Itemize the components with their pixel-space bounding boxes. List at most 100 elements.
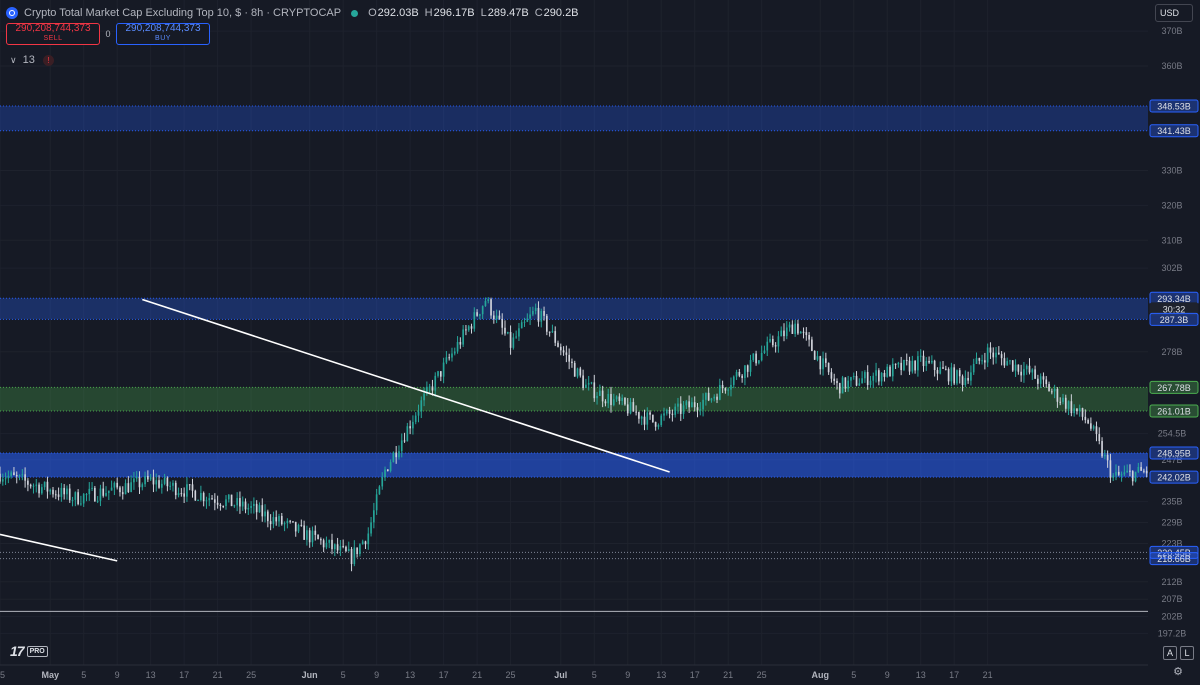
- candle: [972, 363, 975, 373]
- symbol-title[interactable]: Crypto Total Market Cap Excluding Top 10…: [24, 7, 341, 19]
- candle: [1120, 474, 1123, 476]
- candle: [52, 489, 54, 495]
- candle: [808, 335, 810, 340]
- candle: [384, 469, 386, 478]
- sell-button[interactable]: 290,208,744,373 SELL: [6, 23, 100, 45]
- candle: [27, 480, 29, 485]
- candle: [80, 503, 82, 505]
- candle: [981, 360, 983, 362]
- candle: [7, 475, 10, 479]
- candle: [953, 367, 956, 384]
- buy-button[interactable]: 290,208,744,373 BUY: [116, 23, 210, 45]
- time-tick-label: 17: [690, 670, 700, 680]
- candle: [423, 393, 425, 401]
- candle: [57, 494, 60, 497]
- candle: [1101, 441, 1103, 457]
- trendline[interactable]: [142, 298, 670, 473]
- price-chart[interactable]: 370B360B330B320B310B302B278B254.5B247B23…: [0, 0, 1200, 685]
- candle: [668, 409, 671, 414]
- candle: [445, 357, 448, 363]
- candle: [4, 478, 7, 480]
- candle: [227, 494, 230, 500]
- candle: [484, 301, 487, 307]
- price-zone[interactable]: [0, 387, 1148, 411]
- candle: [509, 332, 512, 348]
- candle: [573, 362, 576, 377]
- chevron-down-icon[interactable]: ∨: [10, 55, 17, 66]
- candle: [752, 353, 755, 361]
- candle: [685, 401, 688, 406]
- candle: [317, 534, 319, 540]
- candle: [532, 311, 534, 315]
- candle: [420, 400, 423, 412]
- candle: [241, 501, 244, 507]
- candle: [160, 483, 163, 488]
- candle: [746, 365, 749, 372]
- candle: [900, 362, 903, 371]
- candle: [32, 485, 35, 487]
- candle: [261, 505, 264, 517]
- candle: [646, 412, 649, 425]
- candle: [294, 521, 297, 532]
- time-tick-label: 21: [983, 670, 993, 680]
- candle: [370, 522, 372, 534]
- price-zone[interactable]: [0, 105, 1148, 131]
- candle: [604, 401, 607, 404]
- candle: [554, 331, 557, 343]
- candle: [409, 426, 411, 429]
- candle: [721, 385, 724, 389]
- price-tick-label: 302B: [1161, 263, 1182, 273]
- candle: [718, 385, 721, 400]
- candle: [710, 398, 713, 401]
- candle: [347, 548, 350, 552]
- candle: [306, 530, 308, 540]
- gear-icon[interactable]: ⚙: [1172, 666, 1184, 678]
- tradingview-logo[interactable]: 17 PRO: [10, 643, 48, 659]
- indicators-toggle[interactable]: ∨ 13 !: [10, 54, 54, 66]
- alert-icon[interactable]: !: [42, 54, 54, 66]
- candle: [102, 488, 105, 496]
- candle: [1009, 360, 1011, 362]
- candle: [716, 396, 718, 400]
- trendline-layer[interactable]: [0, 298, 670, 562]
- candle: [836, 380, 838, 384]
- candle: [1081, 408, 1084, 417]
- trendline[interactable]: [0, 533, 118, 562]
- candle: [805, 332, 808, 336]
- zone-layer: [0, 105, 1148, 478]
- candle: [1084, 416, 1087, 421]
- candle: [308, 530, 311, 543]
- candle: [543, 310, 545, 316]
- candle: [880, 373, 883, 382]
- candle: [35, 484, 38, 486]
- price-zone[interactable]: [0, 453, 1148, 478]
- candle: [546, 315, 548, 332]
- candle: [529, 314, 531, 319]
- buy-price: 290,208,744,373: [125, 23, 201, 34]
- candle: [403, 440, 406, 442]
- candle: [1073, 408, 1075, 414]
- candle: [995, 352, 997, 358]
- candle: [46, 481, 49, 492]
- candle: [222, 506, 225, 508]
- price-label: 287.3B: [1160, 315, 1189, 325]
- log-scale-button[interactable]: L: [1180, 646, 1194, 660]
- candle: [713, 396, 716, 399]
- candle: [481, 306, 484, 315]
- candle: [691, 402, 693, 408]
- candle: [336, 544, 339, 551]
- candle: [414, 415, 417, 422]
- candle: [77, 492, 79, 505]
- candle: [437, 371, 439, 376]
- time-tick-label: 13: [405, 670, 415, 680]
- candle: [96, 500, 99, 502]
- candle: [565, 352, 568, 355]
- candle: [777, 336, 780, 347]
- ohlc-open: O292.03B: [368, 7, 419, 19]
- candle: [448, 357, 451, 359]
- time-tick-label: Jun: [302, 670, 318, 680]
- auto-scale-button[interactable]: A: [1163, 646, 1177, 660]
- currency-selector[interactable]: USD: [1155, 4, 1193, 22]
- candle: [1137, 466, 1140, 472]
- candle: [60, 487, 63, 497]
